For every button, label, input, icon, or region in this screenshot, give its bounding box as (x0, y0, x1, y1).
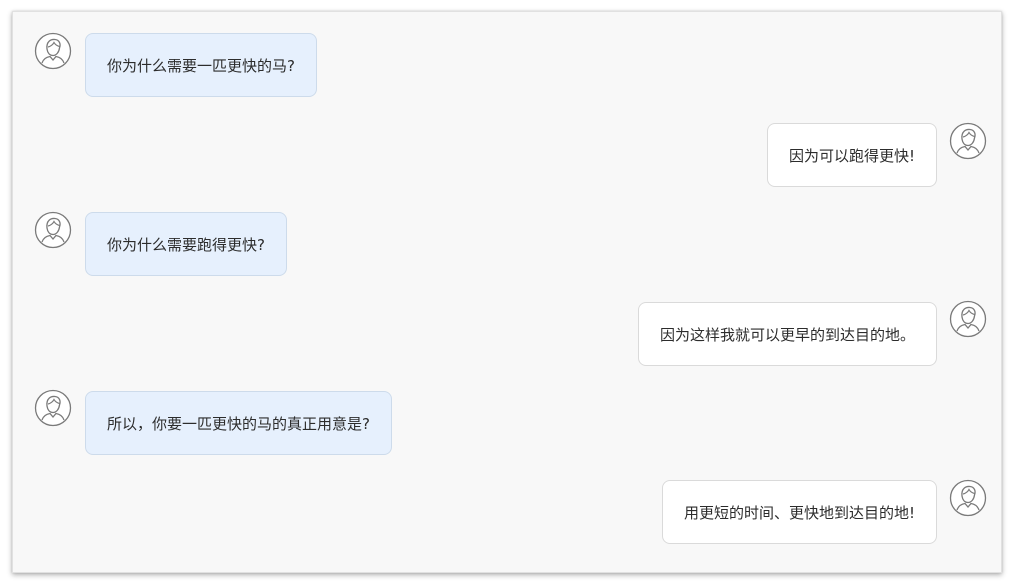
message-text: 因为这样我就可以更早的到达目的地。 (659, 326, 915, 344)
user-avatar-icon (34, 389, 72, 427)
chat-window: 你为什么需要一匹更快的马? 因为可以跑得更快! 你为什么需要跑得更快? 因为这样… (12, 11, 1002, 573)
user-avatar-icon (34, 32, 72, 70)
user-avatar-icon (949, 122, 987, 160)
user-avatar-icon (34, 211, 72, 249)
message-bubble-outgoing: 用更短的时间、更快地到达目的地! (661, 480, 937, 544)
message-text: 你为什么需要跑得更快? (107, 236, 265, 254)
message-bubble-incoming: 所以，你要一匹更快的马的真正用意是? (85, 391, 392, 455)
user-avatar-icon (949, 300, 987, 338)
message-text: 因为可以跑得更快! (788, 147, 915, 165)
message-bubble-outgoing: 因为这样我就可以更早的到达目的地。 (637, 302, 937, 366)
chat-thread: 你为什么需要一匹更快的马? 因为可以跑得更快! 你为什么需要跑得更快? 因为这样… (13, 12, 1003, 574)
message-text: 所以，你要一匹更快的马的真正用意是? (107, 415, 370, 433)
message-text: 用更短的时间、更快地到达目的地! (683, 504, 915, 522)
message-bubble-outgoing: 因为可以跑得更快! (766, 123, 937, 187)
message-bubble-incoming: 你为什么需要跑得更快? (85, 212, 287, 276)
message-bubble-incoming: 你为什么需要一匹更快的马? (85, 33, 317, 97)
message-text: 你为什么需要一匹更快的马? (107, 57, 295, 75)
user-avatar-icon (949, 479, 987, 517)
